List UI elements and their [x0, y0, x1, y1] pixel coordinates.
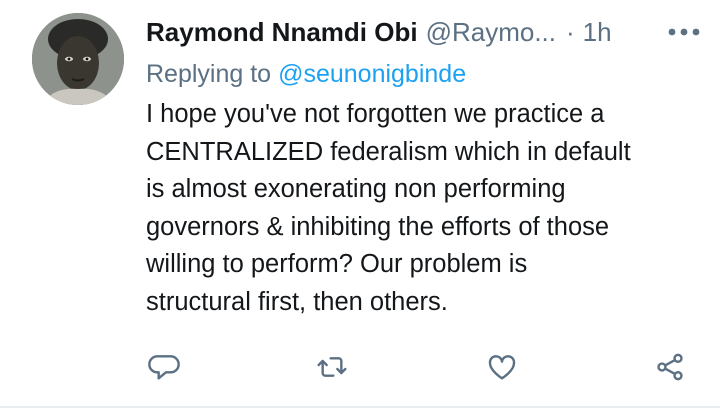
more-horizontal-icon	[668, 28, 700, 36]
avatar-photo	[32, 13, 124, 105]
heart-icon	[488, 355, 516, 380]
author-handle[interactable]: @Raymo...	[426, 17, 556, 48]
more-options-button[interactable]	[662, 14, 706, 50]
tweet-actions	[146, 343, 690, 391]
replying-to-handle-link[interactable]: @seunonigbinde	[278, 60, 466, 89]
reply-bubble-icon	[148, 355, 180, 380]
author-name[interactable]: Raymond Nnamdi Obi	[146, 17, 418, 48]
share-button[interactable]	[652, 349, 688, 385]
replying-to-label: Replying to	[146, 59, 272, 88]
replying-to: Replying to @seunonigbinde	[146, 56, 466, 92]
like-button[interactable]	[484, 349, 520, 385]
retweet-icon	[317, 357, 347, 377]
reply-button[interactable]	[146, 349, 182, 385]
share-icon	[657, 353, 683, 381]
tweet-text: I hope you've not forgotten we practice …	[146, 100, 631, 316]
retweet-button[interactable]	[314, 349, 350, 385]
tweet[interactable]: Raymond Nnamdi Obi @Raymo... · 1h Replyi…	[0, 0, 720, 408]
timestamp[interactable]: 1h	[583, 17, 612, 48]
separator-dot: ·	[566, 16, 575, 47]
avatar[interactable]	[32, 13, 124, 105]
tweet-header: Raymond Nnamdi Obi @Raymo... · 1h	[146, 12, 706, 52]
